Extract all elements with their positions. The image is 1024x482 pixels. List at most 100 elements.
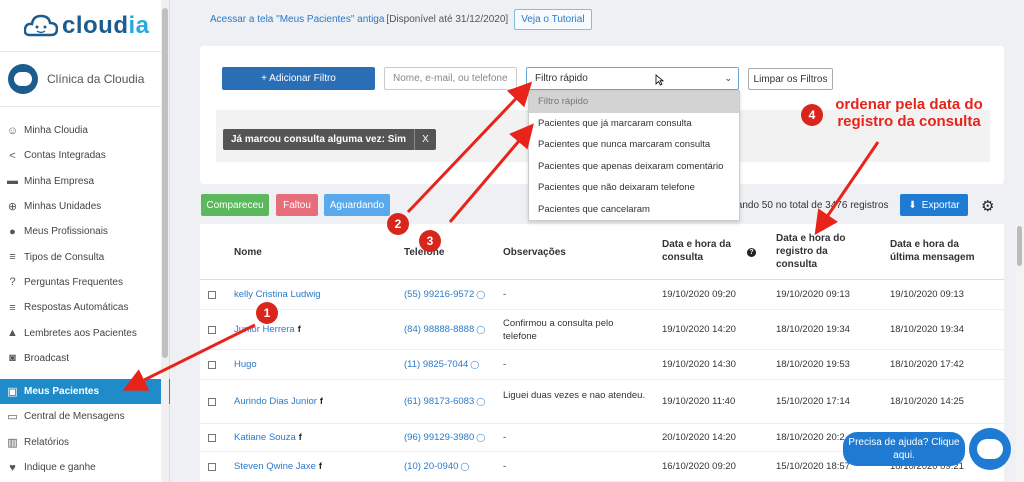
patient-name-link[interactable]: Aurindo Dias Junior [234,396,317,407]
robot-face-icon [977,439,1003,459]
row-checkbox[interactable] [208,326,216,334]
chevron-down-icon: ⌄ [724,73,732,83]
row-name-cell: Hugo [234,358,260,371]
sidebar-item-respostas-autom-ticas[interactable]: ≡ Respostas Automáticas [0,295,170,320]
header-last-message[interactable]: Data e hora da última mensagem [890,238,990,264]
sidebar-scrollbar[interactable] [161,0,169,482]
help-icon[interactable]: ? [747,248,756,257]
header-registered-date[interactable]: Data e hora do registro da consulta [776,232,866,271]
row-phone-cell: (10) 20-0940 ◯ [404,460,469,473]
row-checkbox[interactable] [208,434,216,442]
patient-name-link[interactable]: Katiane Souza [234,432,296,443]
header-name[interactable]: Nome [234,246,262,259]
dropdown-option[interactable]: Pacientes que nunca marcaram consulta [529,134,739,156]
phone-link[interactable]: (61) 98173-6083 [404,396,474,407]
sidebar-item-central-de-mensagens[interactable]: ▭ Central de Mensagens [0,404,170,429]
sidebar-item-contas-integradas[interactable]: < Contas Integradas [0,143,170,168]
sidebar-item-label: Central de Mensagens [24,411,125,423]
annotation-badge-3: 3 [419,230,441,252]
phone-link[interactable]: (55) 99216-9572 [404,289,474,300]
sidebar-item-label: Indique e ganhe [24,462,96,473]
row-registered-date: 19/10/2020 09:13 [776,289,850,300]
dropdown-option[interactable]: Filtro rápido [529,91,739,113]
reply-icon: ≡ [9,301,16,314]
patients-icon: ▣ [7,386,18,399]
dropdown-option[interactable]: Pacientes que cancelaram [529,199,739,221]
row-registered-date: 18/10/2020 19:34 [776,324,850,335]
table-row[interactable]: Hugo (11) 9825-7044 ◯ - 19/10/2020 14:30 18/1… [200,350,1004,380]
gear-icon[interactable]: ⚙ [981,197,994,215]
help-avatar[interactable] [969,428,1011,470]
row-consult-date: 19/10/2020 09:20 [662,289,736,300]
bell-icon: ▲ [7,327,18,340]
sidebar-item-meus-profissionais[interactable]: ● Meus Profissionais [0,219,170,244]
table-row[interactable]: Junior Herrera f (84) 98888-8888 ◯ Confirmou… [200,310,1004,350]
whatsapp-icon[interactable]: ◯ [476,290,485,299]
waiting-button[interactable]: Aguardando [324,194,390,216]
sidebar-nav: ☺ Minha Cloudia < Contas Integradas ▬ Minha E… [0,118,170,480]
sidebar-item-meus-pacientes[interactable]: ▣ Meus Pacientes [0,378,170,405]
whatsapp-icon[interactable]: ◯ [476,433,485,442]
sidebar-item-label: Perguntas Frequentes [24,276,123,288]
sidebar-item-indique-e-ganhe[interactable]: ♥ Indique e ganhe [0,455,170,480]
export-button[interactable]: ⬇ Exportar [900,194,968,216]
phone-link[interactable]: (84) 98888-8888 [404,324,474,335]
dropdown-option[interactable]: Pacientes que não deixaram telefone [529,177,739,199]
patient-name-link[interactable]: kelly Cristina Ludwig [234,289,321,300]
missed-button[interactable]: Faltou [276,194,318,216]
quick-filter-value: Filtro rápido [535,73,588,84]
row-notes: Confirmou a consulta pelo telefone [503,318,614,342]
table-row[interactable]: Aurindo Dias Junior f (61) 98173-6083 ◯ Ligu… [200,380,1004,424]
sidebar-item-lembretes-aos-pacientes[interactable]: ▲ Lembretes aos Pacientes [0,320,170,345]
patient-name-link[interactable]: Junior Herrera [234,324,295,335]
sidebar-item-label: Minha Cloudia [24,125,88,137]
quick-filter-select[interactable]: Filtro rápido ⌄ [526,67,739,90]
sidebar-item-minhas-unidades[interactable]: ⊕ Minhas Unidades [0,194,170,219]
people-icon: ● [9,225,16,238]
phone-link[interactable]: (11) 9825-7044 [404,359,468,370]
row-checkbox[interactable] [208,361,216,369]
tutorial-button[interactable]: Veja o Tutorial [514,8,592,30]
whatsapp-icon[interactable]: ◯ [476,325,485,334]
chip-label: Já marcou consulta alguma vez: Sim [231,134,407,145]
row-checkbox[interactable] [208,398,216,406]
add-filter-button[interactable]: + Adicionar Filtro [222,67,375,90]
header-notes[interactable]: Observações [503,246,566,259]
header-consult-date[interactable]: Data e hora da consulta [662,238,742,264]
legacy-link[interactable]: Acessar a tela "Meus Pacientes" antiga [210,14,384,25]
phone-link[interactable]: (10) 20-0940 [404,461,458,472]
row-notes: - [503,461,507,472]
help-bubble[interactable]: Precisa de ajuda? Clique aqui. [843,432,965,466]
sidebar-item-label: Meus Profissionais [24,226,108,238]
brand-name: cloudia [62,11,150,39]
attended-button[interactable]: Compareceu [201,194,269,216]
logo[interactable]: cloudia [0,0,169,52]
clinic-name: Clínica da Cloudia [47,72,145,86]
sidebar-item-tipos-de-consulta[interactable]: ≡ Tipos de Consulta [0,244,170,269]
whatsapp-icon[interactable]: ◯ [476,397,485,406]
clinic-header[interactable]: Clínica da Cloudia [0,52,169,107]
clear-filters-button[interactable]: Limpar os Filtros [748,68,833,90]
table-scrollbar[interactable] [1016,224,1024,482]
sidebar-item-minha-empresa[interactable]: ▬ Minha Empresa [0,169,170,194]
sidebar-item-label: Minha Empresa [24,175,95,187]
sidebar-item-minha-cloudia[interactable]: ☺ Minha Cloudia [0,118,170,143]
phone-link[interactable]: (96) 99129-3980 [404,432,474,443]
add-circle-icon: ⊕ [7,201,18,214]
sidebar-item-perguntas-frequentes[interactable]: ? Perguntas Frequentes [0,270,170,295]
whatsapp-icon[interactable]: ◯ [460,462,469,471]
search-input[interactable] [384,67,517,90]
row-checkbox[interactable] [208,291,216,299]
table-row[interactable]: kelly Cristina Ludwig (55) 99216-9572 ◯ - 19… [200,280,1004,310]
row-registered-date: 15/10/2020 17:14 [776,396,850,407]
sidebar-item-label: Relatórios [24,436,70,448]
row-checkbox[interactable] [208,463,216,471]
sidebar-item-relat-rios[interactable]: ▥ Relatórios [0,430,170,455]
sidebar-item-broadcast[interactable]: ◙ Broadcast [0,346,170,371]
dropdown-option[interactable]: Pacientes que apenas deixaram comentário [529,156,739,178]
chip-close-button[interactable]: X [414,129,436,150]
dropdown-option[interactable]: Pacientes que já marcaram consulta [529,113,739,135]
patient-name-link[interactable]: Steven Qwine Jaxe [234,461,316,472]
patient-name-link[interactable]: Hugo [234,359,257,370]
whatsapp-icon[interactable]: ◯ [470,360,479,369]
